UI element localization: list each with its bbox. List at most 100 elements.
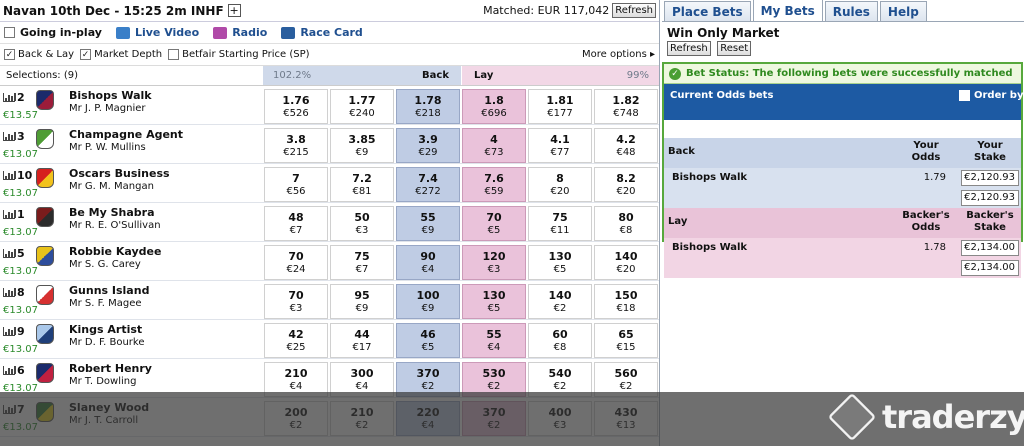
tab-help[interactable]: Help: [879, 1, 927, 21]
runner-name[interactable]: Champagne Agent: [69, 128, 183, 141]
checkbox-icon[interactable]: [4, 27, 15, 38]
live-video-link[interactable]: Live Video: [115, 26, 199, 39]
back-price-cell[interactable]: 44 €17: [330, 323, 394, 358]
back-price-cell[interactable]: 1.78 €218: [396, 89, 460, 124]
more-options-link[interactable]: More options ▸: [582, 49, 655, 60]
back-price-cell[interactable]: 70 €3: [264, 284, 328, 319]
lay-price-cell[interactable]: 8 €20: [528, 167, 592, 202]
add-market-button[interactable]: +: [227, 4, 241, 17]
form-chart-icon[interactable]: [3, 132, 16, 141]
checked-checkbox-icon[interactable]: ✓: [80, 49, 92, 60]
back-price-cell[interactable]: 95 €9: [330, 284, 394, 319]
runner-name[interactable]: Robbie Kaydee: [69, 245, 161, 258]
radio-link[interactable]: Radio: [213, 26, 267, 39]
runner-name[interactable]: Kings Artist: [69, 323, 142, 336]
lay-price-cell[interactable]: 140 €20: [594, 245, 658, 280]
form-chart-icon[interactable]: [3, 327, 16, 336]
lay-price-cell[interactable]: 7.6 €59: [462, 167, 526, 202]
lay-price-cell[interactable]: 4.2 €48: [594, 128, 658, 163]
lay-price-cell[interactable]: 4 €73: [462, 128, 526, 163]
form-chart-icon[interactable]: [3, 210, 16, 219]
lay-price-cell[interactable]: 1.81 €177: [528, 89, 592, 124]
lay-price-cell[interactable]: 140 €2: [528, 284, 592, 319]
back-price-cell[interactable]: 75 €7: [330, 245, 394, 280]
form-chart-icon[interactable]: [3, 93, 16, 102]
lay-price-cell[interactable]: 130 €5: [462, 284, 526, 319]
lay-price-cell[interactable]: 8.2 €20: [594, 167, 658, 202]
lay-price-cell[interactable]: 120 €3: [462, 245, 526, 280]
back-price-cell[interactable]: 210 €2: [330, 401, 394, 436]
back-price-cell[interactable]: 300 €4: [330, 362, 394, 397]
reset-button[interactable]: Reset: [717, 41, 752, 56]
back-price-cell[interactable]: 370 €2: [396, 362, 460, 397]
back-price-cell[interactable]: 90 €4: [396, 245, 460, 280]
checkbox-icon[interactable]: [168, 49, 180, 60]
back-lay-option[interactable]: ✓ Back & Lay: [4, 49, 74, 60]
back-price-cell[interactable]: 50 €3: [330, 206, 394, 241]
bsp-option[interactable]: Betfair Starting Price (SP): [168, 49, 310, 60]
bets-refresh-button[interactable]: Refresh: [667, 41, 711, 56]
runner-name[interactable]: Be My Shabra: [69, 206, 155, 219]
back-price-cell[interactable]: 3.8 €215: [264, 128, 328, 163]
lay-price-cell[interactable]: 430 €13: [594, 401, 658, 436]
race-card-link[interactable]: Race Card: [281, 26, 363, 39]
back-price-cell[interactable]: 46 €5: [396, 323, 460, 358]
back-price-cell[interactable]: 3.85 €9: [330, 128, 394, 163]
runner-name[interactable]: Robert Henry: [69, 362, 152, 375]
lay-price-cell[interactable]: 540 €2: [528, 362, 592, 397]
back-price-cell[interactable]: 200 €2: [264, 401, 328, 436]
lay-price-cell[interactable]: 1.82 €748: [594, 89, 658, 124]
runner-row: 1 Be My Shabra Mr R. E. O'Sullivan €13.07 48…: [0, 203, 659, 242]
lay-price-cell[interactable]: 60 €8: [528, 323, 592, 358]
back-price-cell[interactable]: 3.9 €29: [396, 128, 460, 163]
lay-price-cell[interactable]: 80 €8: [594, 206, 658, 241]
going-in-play[interactable]: Going in-play: [4, 26, 102, 39]
runner-name[interactable]: Bishops Walk: [69, 89, 152, 102]
tab-place-bets[interactable]: Place Bets: [664, 1, 751, 21]
checkbox-icon[interactable]: [959, 90, 970, 101]
back-price-cell[interactable]: 220 €4: [396, 401, 460, 436]
form-chart-icon[interactable]: [3, 366, 16, 375]
refresh-button[interactable]: Refresh: [612, 3, 656, 18]
runner-name[interactable]: Slaney Wood: [69, 401, 149, 414]
back-price-cell[interactable]: 210 €4: [264, 362, 328, 397]
back-price-cell[interactable]: 55 €9: [396, 206, 460, 241]
back-price-cell[interactable]: 7 €56: [264, 167, 328, 202]
form-chart-icon[interactable]: [3, 405, 16, 414]
jockey-name: Mr D. F. Bourke: [69, 337, 145, 348]
price-amount: €272: [415, 186, 441, 197]
back-price-cell[interactable]: 100 €9: [396, 284, 460, 319]
lay-price-cell[interactable]: 55 €4: [462, 323, 526, 358]
back-price-cell[interactable]: 7.2 €81: [330, 167, 394, 202]
tab-my-bets[interactable]: My Bets: [752, 0, 823, 21]
lay-price-cell[interactable]: 65 €15: [594, 323, 658, 358]
lay-price-cell[interactable]: 75 €11: [528, 206, 592, 241]
price-amount: €240: [349, 108, 375, 119]
tab-rules[interactable]: Rules: [824, 1, 878, 21]
media-links: Going in-play Live Video Radio Race Card: [0, 22, 659, 44]
lay-price-cell[interactable]: 150 €18: [594, 284, 658, 319]
checked-checkbox-icon[interactable]: ✓: [4, 49, 15, 60]
back-price-cell[interactable]: 42 €25: [264, 323, 328, 358]
lay-price-cell[interactable]: 1.8 €696: [462, 89, 526, 124]
order-by-toggle[interactable]: Order by M: [959, 90, 1024, 101]
lay-price-cell[interactable]: 560 €2: [594, 362, 658, 397]
lay-price-cell[interactable]: 530 €2: [462, 362, 526, 397]
lay-price-cell[interactable]: 130 €5: [528, 245, 592, 280]
runner-name[interactable]: Gunns Island: [69, 284, 149, 297]
market-depth-option[interactable]: ✓ Market Depth: [80, 49, 162, 60]
lay-price-cell[interactable]: 370 €2: [462, 401, 526, 436]
back-price-cell[interactable]: 7.4 €272: [396, 167, 460, 202]
form-chart-icon[interactable]: [3, 171, 16, 180]
back-price-cell[interactable]: 70 €24: [264, 245, 328, 280]
lay-price-cell[interactable]: 4.1 €77: [528, 128, 592, 163]
form-chart-icon[interactable]: [3, 288, 16, 297]
back-price-cell[interactable]: 48 €7: [264, 206, 328, 241]
back-price-cell[interactable]: 1.76 €526: [264, 89, 328, 124]
lay-price-cell[interactable]: 400 €3: [528, 401, 592, 436]
runner-name[interactable]: Oscars Business: [69, 167, 170, 180]
form-chart-icon[interactable]: [3, 249, 16, 258]
back-price-cell[interactable]: 1.77 €240: [330, 89, 394, 124]
lay-price-cell[interactable]: 70 €5: [462, 206, 526, 241]
runner-row: 5 Robbie Kaydee Mr S. G. Carey €13.07 70 €24 7…: [0, 242, 659, 281]
